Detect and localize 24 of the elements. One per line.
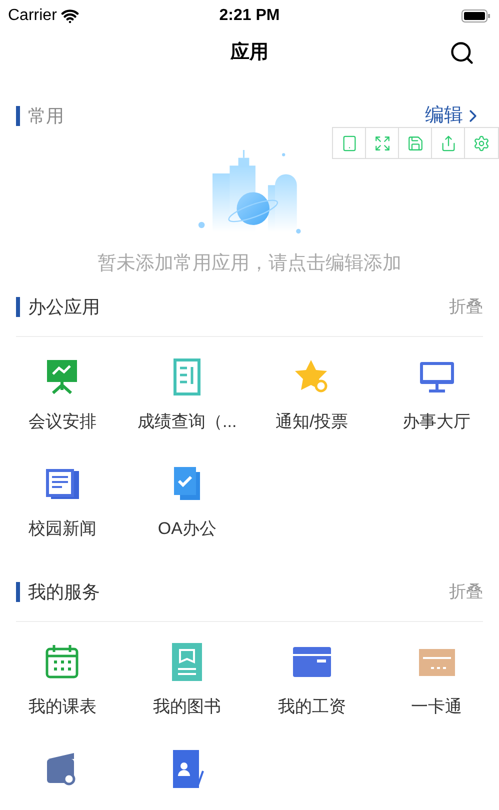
app-tile[interactable]: 会议安排 (0, 349, 125, 456)
app-tile[interactable]: 校园新闻 (0, 456, 125, 563)
app-tile[interactable]: 我的工资 (250, 634, 374, 741)
search-button[interactable] (449, 40, 475, 66)
section-marker (16, 106, 20, 126)
section-title: 常用 (28, 104, 64, 128)
section-marker (16, 297, 20, 317)
app-tile[interactable]: OA办公 (124, 456, 250, 563)
section-title: 我的服务 (28, 580, 100, 604)
app-tile[interactable]: 办事大厅 (374, 349, 499, 456)
section-title: 办公应用 (28, 296, 100, 318)
status-time: 2:21 PM (219, 6, 280, 26)
page-title: 应用 (230, 40, 268, 65)
app-tile[interactable]: 成绩查询（... (124, 349, 250, 456)
edit-link[interactable]: 编辑 (425, 102, 483, 130)
section-marker (16, 582, 20, 602)
empty-state-text: 暂未添加常用应用，请点击编辑添加 (98, 252, 402, 276)
battery-icon (461, 9, 491, 23)
app-tile[interactable]: 一卡通 (374, 634, 499, 741)
app-tile[interactable]: 我的课表 (0, 634, 125, 741)
wifi-icon (60, 7, 79, 25)
carrier-label: Carrier (8, 6, 57, 26)
app-tile[interactable]: 通知/投票 (250, 349, 374, 456)
app-tile[interactable]: 我的图书 (124, 634, 250, 741)
